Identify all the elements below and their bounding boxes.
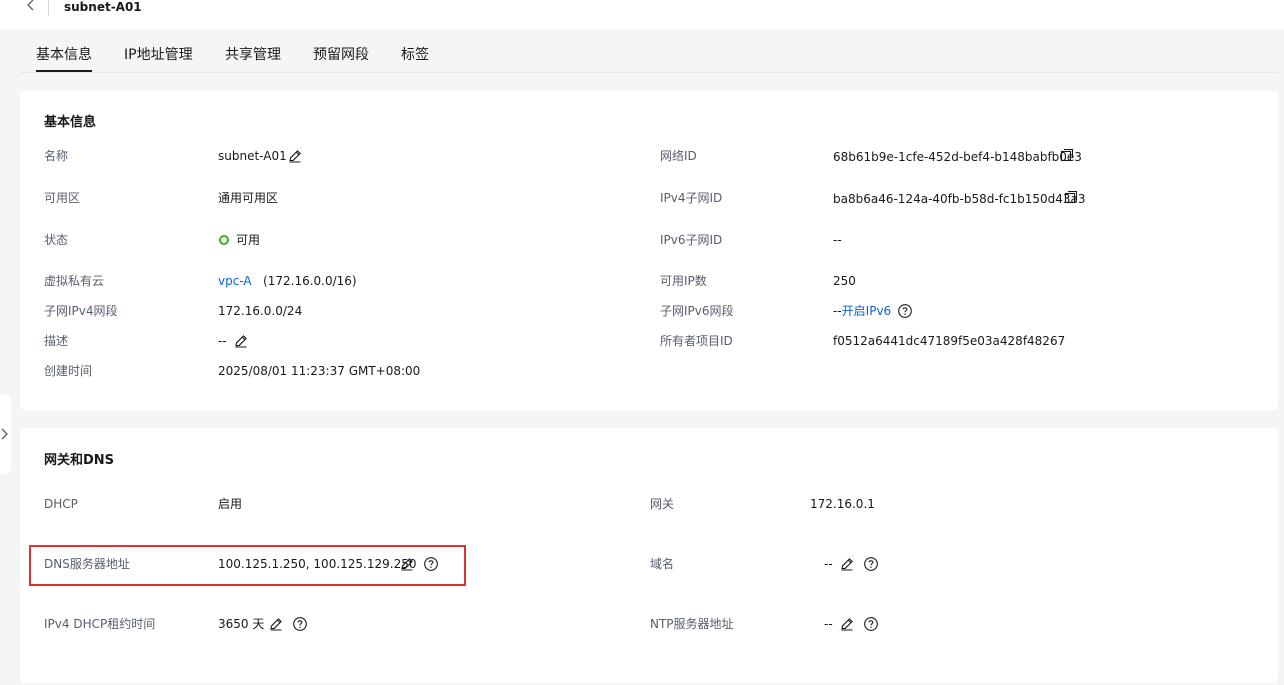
question-circle-icon [864, 557, 878, 571]
tab-tags[interactable]: 标签 [401, 45, 429, 65]
sidebar-expand-button[interactable] [0, 394, 11, 474]
status-value: 可用 [219, 232, 260, 248]
ipv6-subnet-id-value: -- [833, 233, 842, 247]
copy-icon [1060, 148, 1074, 162]
question-circle-icon [898, 304, 912, 318]
lease-help-button[interactable] [292, 616, 308, 632]
basic-info-card: 基本信息 名称 subnet-A01 可用区 通用可用区 状态 可用 虚拟私有云… [20, 91, 1278, 410]
owner-project-label: 所有者项目ID [660, 334, 733, 348]
ntp-label: NTP服务器地址 [650, 617, 734, 631]
ipv4-subnet-id-label: IPv4子网ID [660, 191, 723, 205]
pencil-icon [270, 618, 282, 631]
chevron-left-icon [27, 0, 34, 11]
az-value: 通用可用区 [218, 191, 279, 205]
tab-bar: 基本信息 IP地址管理 共享管理 预留网段 标签 [20, 29, 1278, 73]
ntp-value: -- [824, 617, 833, 631]
domain-label: 域名 [650, 557, 675, 571]
available-ips-value: 250 [833, 274, 856, 288]
tab-basic-info[interactable]: 基本信息 [36, 45, 92, 65]
description-label: 描述 [44, 334, 69, 348]
title-divider [48, 0, 49, 16]
edit-lease-button[interactable] [268, 616, 284, 632]
domain-help-button[interactable] [863, 556, 879, 572]
question-circle-icon [864, 617, 878, 631]
created-value: 2025/08/01 11:23:37 GMT+08:00 [218, 364, 421, 378]
dhcp-lease-label: IPv4 DHCP租约时间 [44, 617, 156, 631]
edit-name-button[interactable] [287, 148, 303, 164]
gateway-label: 网关 [650, 497, 675, 511]
owner-project-value: f0512a6441dc47189f5e03a428f48267 [833, 334, 1066, 348]
ipv6-cidr-label: 子网IPv6网段 [660, 304, 734, 318]
edit-domain-button[interactable] [839, 556, 855, 572]
dhcp-lease-value: 3650 天 [218, 617, 265, 631]
question-circle-icon [293, 617, 307, 631]
copy-icon [1064, 190, 1078, 204]
status-label: 状态 [44, 233, 69, 247]
domain-value: -- [824, 557, 833, 571]
network-id-value: 68b61b9e-1cfe-452d-bef4-b148babfb0e3 [833, 150, 1082, 164]
copy-ipv4-subnet-id-button[interactable] [1063, 189, 1079, 205]
page-title: subnet-A01 [64, 0, 142, 14]
vpc-label: 虚拟私有云 [44, 274, 105, 288]
ntp-help-button[interactable] [863, 616, 879, 632]
tab-ip-management[interactable]: IP地址管理 [124, 45, 193, 65]
top-bar: subnet-A01 [0, 0, 1284, 29]
status-text: 可用 [236, 233, 261, 247]
az-label: 可用区 [44, 191, 81, 205]
gateway-value: 172.16.0.1 [810, 497, 875, 511]
ipv4-cidr-label: 子网IPv4网段 [44, 304, 118, 318]
edit-description-button[interactable] [233, 333, 249, 349]
back-button[interactable] [22, 0, 42, 18]
ipv4-cidr-value: 172.16.0.0/24 [218, 304, 303, 318]
dns-highlight-box [29, 545, 466, 586]
ipv6-cidr-prefix: -- [833, 304, 842, 318]
dhcp-label: DHCP [44, 497, 78, 511]
tab-reserved-cidr[interactable]: 预留网段 [313, 45, 369, 65]
edit-ntp-button[interactable] [839, 616, 855, 632]
enable-ipv6-link[interactable]: 开启IPv6 [842, 304, 892, 318]
chevron-right-icon [1, 428, 8, 440]
copy-network-id-button[interactable] [1059, 147, 1075, 163]
network-id-label: 网络ID [660, 149, 697, 163]
available-ips-label: 可用IP数 [660, 274, 707, 288]
pencil-icon [841, 618, 853, 631]
name-label: 名称 [44, 149, 69, 163]
pencil-icon [289, 150, 301, 163]
created-label: 创建时间 [44, 364, 93, 378]
ipv6-subnet-id-label: IPv6子网ID [660, 233, 723, 247]
status-ok-icon [219, 235, 229, 245]
vpc-link[interactable]: vpc-A [218, 274, 252, 288]
ipv6-help-button[interactable] [897, 303, 913, 319]
name-value: subnet-A01 [218, 149, 287, 163]
pencil-icon [235, 335, 247, 348]
ipv6-cidr-value: --开启IPv6 [833, 303, 891, 319]
vpc-cidr: (172.16.0.0/16) [263, 274, 357, 288]
dhcp-value: 启用 [218, 497, 243, 511]
tab-sharing[interactable]: 共享管理 [225, 45, 281, 65]
gateway-dns-title: 网关和DNS [44, 453, 115, 468]
ipv4-subnet-id-value: ba8b6a46-124a-40fb-b58d-fc1b150d43a3 [833, 192, 1086, 206]
active-tab-indicator [36, 70, 92, 72]
basic-info-title: 基本信息 [44, 115, 97, 130]
pencil-icon [841, 558, 853, 571]
vpc-value: vpc-A (172.16.0.0/16) [218, 273, 357, 289]
description-value: -- [218, 334, 227, 348]
